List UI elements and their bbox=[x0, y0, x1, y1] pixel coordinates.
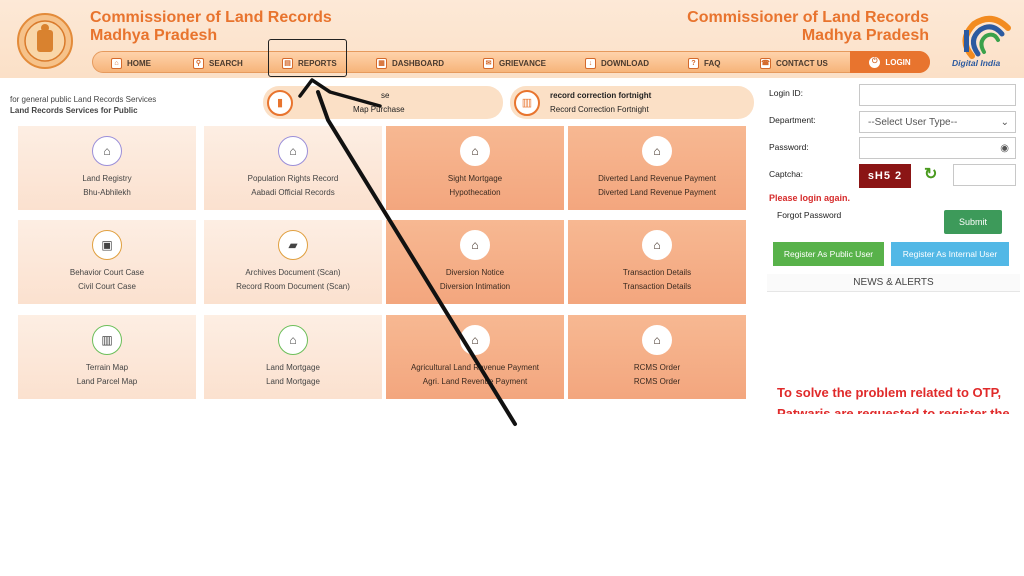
arrow-head bbox=[298, 78, 382, 108]
arrow-shaft bbox=[316, 90, 517, 426]
annotation-arrow bbox=[298, 78, 517, 426]
